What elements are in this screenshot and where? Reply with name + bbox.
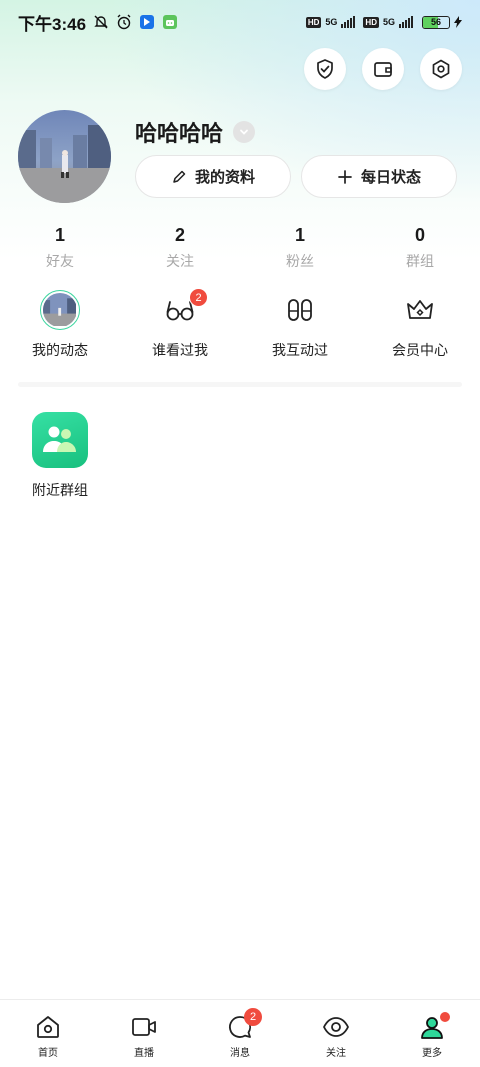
nav-label: 消息 — [230, 1048, 250, 1059]
security-button[interactable] — [304, 48, 346, 90]
quick-actions: 我的动态 2 谁看过我 我互动过 会员中心 — [0, 288, 480, 360]
my-moments-thumbnail — [40, 290, 80, 330]
stat-label: 粉丝 — [286, 253, 314, 269]
nav-label: 更多 — [422, 1048, 442, 1059]
q-icon-wrap — [398, 288, 442, 332]
avatar[interactable] — [18, 110, 111, 203]
daily-status-label: 每日状态 — [360, 169, 421, 186]
app-notification-icon — [140, 15, 155, 29]
q-icon-wrap — [38, 288, 82, 332]
interacted-button[interactable]: 我互动过 — [240, 288, 360, 360]
mute-bell-icon — [94, 15, 108, 29]
signal-icon-2 — [399, 16, 413, 28]
stat-value: 1 — [54, 225, 65, 245]
avatar-image — [18, 110, 111, 203]
stat-fans[interactable]: 1 粉丝 — [240, 224, 360, 271]
home-icon — [37, 1016, 59, 1038]
q-icon-wrap — [278, 288, 322, 332]
name-dropdown[interactable] — [233, 121, 256, 143]
profile-page: 下午3:46 HD 5G HD 5G 56 哈哈哈哈 我的资料 每日状态 1 好… — [0, 0, 480, 1067]
charging-icon — [454, 16, 462, 28]
stats-row: 1 好友 2 关注 1 粉丝 0 群组 — [0, 224, 480, 271]
stat-label: 群组 — [406, 253, 434, 269]
nearby-groups-icon — [32, 412, 88, 468]
membership-button[interactable]: 会员中心 — [360, 288, 480, 360]
pencil-icon — [173, 170, 186, 183]
eye-icon — [323, 1017, 349, 1037]
username[interactable]: 哈哈哈哈 — [135, 116, 223, 148]
alarm-icon — [117, 14, 131, 30]
settings-hexagon-icon — [432, 59, 450, 79]
nav-label: 首页 — [38, 1048, 58, 1059]
nav-more[interactable]: 更多 — [384, 1000, 480, 1067]
network-type: 5G — [325, 17, 338, 27]
daily-status-button[interactable]: 每日状态 — [301, 155, 457, 198]
nearby-groups-label: 附近群组 — [32, 482, 88, 498]
stat-value: 1 — [294, 225, 305, 245]
nav-label: 直播 — [134, 1048, 154, 1059]
settings-button[interactable] — [420, 48, 462, 90]
nav-follow[interactable]: 关注 — [288, 1000, 384, 1067]
chevron-down-icon — [240, 129, 248, 135]
android-icon — [163, 15, 178, 29]
nav-live[interactable]: 直播 — [96, 1000, 192, 1067]
shield-icon — [317, 59, 333, 79]
top-actions — [304, 48, 462, 90]
wallet-icon — [374, 62, 392, 77]
messages-badge: 2 — [244, 1008, 262, 1026]
status-bar: 下午3:46 HD 5G HD 5G 56 — [0, 0, 480, 44]
stat-value: 0 — [414, 225, 425, 245]
signal-icon — [341, 16, 356, 28]
stat-friends[interactable]: 1 好友 — [0, 224, 120, 271]
nearby-groups-button[interactable]: 附近群组 — [30, 412, 90, 500]
section-divider — [18, 382, 462, 387]
battery-indicator: 56 — [422, 15, 450, 29]
wallet-button[interactable] — [362, 48, 404, 90]
visitors-badge: 2 — [189, 288, 208, 307]
my-moments-button[interactable]: 我的动态 — [0, 288, 120, 360]
bottom-nav: 首页 直播 2 消息 关注 更多 — [0, 999, 480, 1067]
stat-groups[interactable]: 0 群组 — [360, 224, 480, 271]
q-label: 我互动过 — [272, 342, 328, 358]
stat-value: 2 — [174, 225, 185, 245]
plus-icon — [338, 169, 352, 184]
stat-following[interactable]: 2 关注 — [120, 224, 240, 271]
footprints-icon — [288, 299, 312, 321]
battery-percent: 56 — [430, 17, 441, 27]
nav-messages[interactable]: 2 消息 — [192, 1000, 288, 1067]
edit-profile-button[interactable]: 我的资料 — [135, 155, 291, 198]
nav-home[interactable]: 首页 — [0, 1000, 96, 1067]
nav-label: 关注 — [326, 1048, 346, 1059]
video-camera-icon — [132, 1018, 156, 1036]
q-label: 我的动态 — [32, 342, 88, 358]
q-label: 谁看过我 — [152, 342, 208, 358]
edit-profile-label: 我的资料 — [194, 169, 255, 186]
visitors-button[interactable]: 2 谁看过我 — [120, 288, 240, 360]
stat-label: 关注 — [166, 253, 194, 269]
name-row: 哈哈哈哈 — [135, 116, 256, 148]
stat-label: 好友 — [46, 253, 74, 269]
q-label: 会员中心 — [392, 342, 448, 358]
hd-badge-2: HD — [363, 16, 379, 28]
hd-badge: HD — [305, 16, 322, 28]
more-notification-dot — [440, 1012, 450, 1022]
network-type-2: 5G — [382, 17, 395, 27]
crown-icon — [407, 300, 433, 319]
status-time: 下午3:46 — [18, 14, 87, 34]
q-icon-wrap: 2 — [158, 288, 208, 332]
